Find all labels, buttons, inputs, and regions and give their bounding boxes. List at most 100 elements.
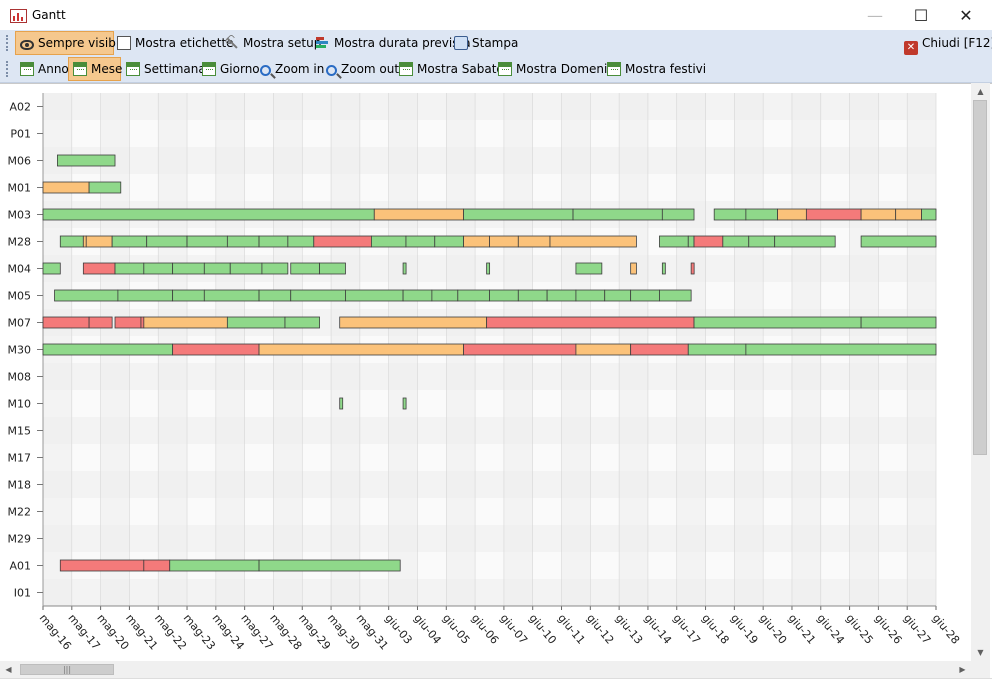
gantt-bar-orange[interactable] <box>517 235 551 248</box>
gantt-bar-orange[interactable] <box>630 262 637 275</box>
gantt-bar-green[interactable] <box>486 262 491 275</box>
gantt-bar-green[interactable] <box>921 208 937 221</box>
gantt-bar-green[interactable] <box>405 235 436 248</box>
gantt-bar-red[interactable] <box>42 316 90 329</box>
gantt-bar-green[interactable] <box>572 208 663 221</box>
gantt-bar-green[interactable] <box>339 397 344 410</box>
gantt-bar-green[interactable] <box>111 235 148 248</box>
gantt-bar-orange[interactable] <box>258 343 464 356</box>
gantt-bar-red[interactable] <box>114 316 142 329</box>
maximize-button[interactable]: ☐ <box>898 0 944 31</box>
gantt-bar-red[interactable] <box>88 316 113 329</box>
gantt-bar-red[interactable] <box>463 343 577 356</box>
gantt-bar-orange[interactable] <box>575 343 632 356</box>
gantt-bar-green[interactable] <box>745 208 778 221</box>
vertical-scroll-thumb[interactable] <box>973 100 987 455</box>
day-view-button[interactable]: Giorno <box>198 58 260 80</box>
gantt-bar-green[interactable] <box>402 289 433 302</box>
scroll-left-arrow[interactable]: ◀ <box>0 661 17 678</box>
gantt-bar-green[interactable] <box>517 289 548 302</box>
gantt-bar-green[interactable] <box>661 208 695 221</box>
gantt-bar-green[interactable] <box>319 262 346 275</box>
gantt-bar-red[interactable] <box>143 559 171 572</box>
toolbar-grip[interactable] <box>6 35 10 51</box>
scroll-up-arrow[interactable]: ▲ <box>971 83 990 100</box>
gantt-bar-green[interactable] <box>693 316 862 329</box>
gantt-bar-orange[interactable] <box>489 235 519 248</box>
gantt-bar-green[interactable] <box>659 289 692 302</box>
gantt-bar-green[interactable] <box>169 559 260 572</box>
show-expected-duration-button[interactable]: Mostra durata prevista <box>312 32 471 54</box>
horizontal-scrollbar[interactable]: ◀ ||| ▶ <box>0 661 971 678</box>
gantt-bar-green[interactable] <box>287 235 315 248</box>
gantt-bar-orange[interactable] <box>42 181 90 194</box>
gantt-bar-red[interactable] <box>630 343 689 356</box>
gantt-bar-green[interactable] <box>713 208 747 221</box>
gantt-bar-green[interactable] <box>489 289 519 302</box>
gantt-bar-green[interactable] <box>42 208 375 221</box>
gantt-bar-green[interactable] <box>290 289 346 302</box>
horizontal-scroll-thumb[interactable]: ||| <box>20 664 114 675</box>
gantt-bar-green[interactable] <box>630 289 660 302</box>
print-button[interactable]: Stampa <box>450 32 518 54</box>
gantt-bar-green[interactable] <box>229 262 263 275</box>
gantt-bar-green[interactable] <box>290 262 320 275</box>
year-view-button[interactable]: Anno <box>16 58 69 80</box>
gantt-bar-green[interactable] <box>345 289 404 302</box>
gantt-bar-red[interactable] <box>486 316 695 329</box>
gantt-bar-green[interactable] <box>172 289 205 302</box>
gantt-bar-green[interactable] <box>370 235 407 248</box>
scroll-down-arrow[interactable]: ▼ <box>971 644 990 661</box>
gantt-bar-orange[interactable] <box>860 208 897 221</box>
gantt-bar-green[interactable] <box>575 289 606 302</box>
gantt-bar-green[interactable] <box>575 262 603 275</box>
gantt-bar-green[interactable] <box>284 316 320 329</box>
gantt-bar-green[interactable] <box>774 235 836 248</box>
gantt-bar-red[interactable] <box>59 559 145 572</box>
gantt-bar-green[interactable] <box>42 343 174 356</box>
show-setup-button[interactable]: Mostra setup <box>221 32 321 54</box>
gantt-bar-green[interactable] <box>463 208 574 221</box>
gantt-bar-green[interactable] <box>546 289 577 302</box>
gantt-bar-green[interactable] <box>186 235 228 248</box>
scroll-right-arrow[interactable]: ▶ <box>954 661 971 678</box>
gantt-bar-orange[interactable] <box>895 208 922 221</box>
gantt-bar-green[interactable] <box>402 262 407 275</box>
gantt-bar-red[interactable] <box>690 262 695 275</box>
gantt-bar-green[interactable] <box>114 262 145 275</box>
show-saturday-button[interactable]: Mostra Sabato <box>395 58 504 80</box>
gantt-bar-orange[interactable] <box>339 316 488 329</box>
gantt-bar-orange[interactable] <box>373 208 464 221</box>
gantt-bar-red[interactable] <box>805 208 862 221</box>
gantt-bar-green[interactable] <box>203 289 260 302</box>
gantt-bar-green[interactable] <box>54 289 119 302</box>
gantt-bar-orange[interactable] <box>463 235 490 248</box>
gantt-bar-green[interactable] <box>687 235 695 248</box>
always-visible-button[interactable]: Sempre visibile <box>15 31 130 55</box>
gantt-bar-green[interactable] <box>143 262 174 275</box>
gantt-bar-red[interactable] <box>313 235 372 248</box>
gantt-bar-green[interactable] <box>117 289 174 302</box>
gantt-bar-red[interactable] <box>172 343 260 356</box>
gantt-bar-orange[interactable] <box>85 235 113 248</box>
gantt-bar-orange[interactable] <box>143 316 228 329</box>
gantt-bar-red[interactable] <box>693 235 724 248</box>
gantt-bar-green[interactable] <box>687 343 747 356</box>
gantt-bar-green[interactable] <box>402 397 407 410</box>
zoom-out-button[interactable]: Zoom out <box>322 58 399 80</box>
gantt-bar-green[interactable] <box>258 559 401 572</box>
gantt-bar-green[interactable] <box>661 262 666 275</box>
zoom-in-button[interactable]: Zoom in <box>256 58 324 80</box>
month-view-button[interactable]: Mese <box>68 57 122 81</box>
gantt-bar-orange[interactable] <box>549 235 637 248</box>
gantt-bar-green[interactable] <box>604 289 632 302</box>
gantt-bar-green[interactable] <box>172 262 205 275</box>
gantt-bar-green[interactable] <box>860 316 937 329</box>
gantt-bar-green[interactable] <box>57 154 116 167</box>
gantt-bar-green[interactable] <box>42 262 61 275</box>
vertical-scrollbar[interactable]: ▲ ▼ <box>971 83 990 661</box>
gantt-bar-orange[interactable] <box>777 208 807 221</box>
gantt-bar-green[interactable] <box>860 235 937 248</box>
minimize-button[interactable]: — <box>852 0 898 31</box>
gantt-bar-green[interactable] <box>745 343 937 356</box>
